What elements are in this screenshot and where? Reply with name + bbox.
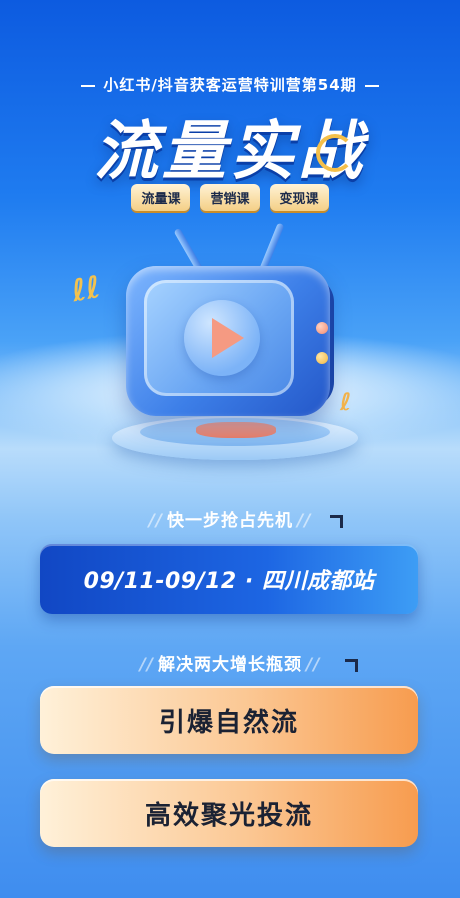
- tv-stand-pad: [196, 422, 276, 438]
- tv-knob-top: [316, 322, 328, 334]
- dash-right: [364, 84, 379, 87]
- squiggle-icon-small: ℓ: [340, 388, 352, 416]
- poster: 小红书/抖音获客运营特训营第54期 流量实战 流量课 营销课 变现课 ℓℓ ℓ …: [0, 0, 460, 898]
- tag-marketing: 营销课: [200, 184, 260, 211]
- heading-marks: //: [148, 511, 163, 531]
- subtitle: 小红书/抖音获客运营特训营第54期: [0, 74, 460, 95]
- tag-traffic: 流量课: [131, 184, 191, 211]
- section-heading-text: 解决两大增长瓶颈: [158, 655, 302, 675]
- section-heading-second: //解决两大增长瓶颈//: [0, 650, 460, 675]
- highlight-organic-traffic: 引爆自然流: [40, 686, 418, 754]
- tv-knob-bottom: [316, 352, 328, 364]
- corner-bracket-icon: [345, 659, 358, 672]
- heading-marks: //: [306, 655, 321, 675]
- section-heading-text: 快一步抢占先机: [167, 511, 293, 531]
- heading-marks: //: [297, 511, 312, 531]
- title-ring-icon: [316, 134, 354, 172]
- section-heading-first: //快一步抢占先机//: [0, 506, 460, 531]
- date-venue-banner: 09/11-09/12 · 四川成都站: [40, 544, 418, 614]
- tag-monetization: 变现课: [269, 184, 329, 211]
- subtitle-text: 小红书/抖音获客运营特训营第54期: [103, 76, 357, 94]
- dash-left: [81, 84, 96, 87]
- squiggle-icon: ℓℓ: [69, 269, 104, 310]
- heading-marks: //: [139, 655, 154, 675]
- course-tags: 流量课 营销课 变现课: [0, 184, 460, 211]
- corner-bracket-icon: [330, 515, 343, 528]
- main-title: 流量实战: [94, 115, 366, 189]
- highlight-paid-traffic: 高效聚光投流: [40, 779, 418, 847]
- play-icon: [212, 318, 244, 358]
